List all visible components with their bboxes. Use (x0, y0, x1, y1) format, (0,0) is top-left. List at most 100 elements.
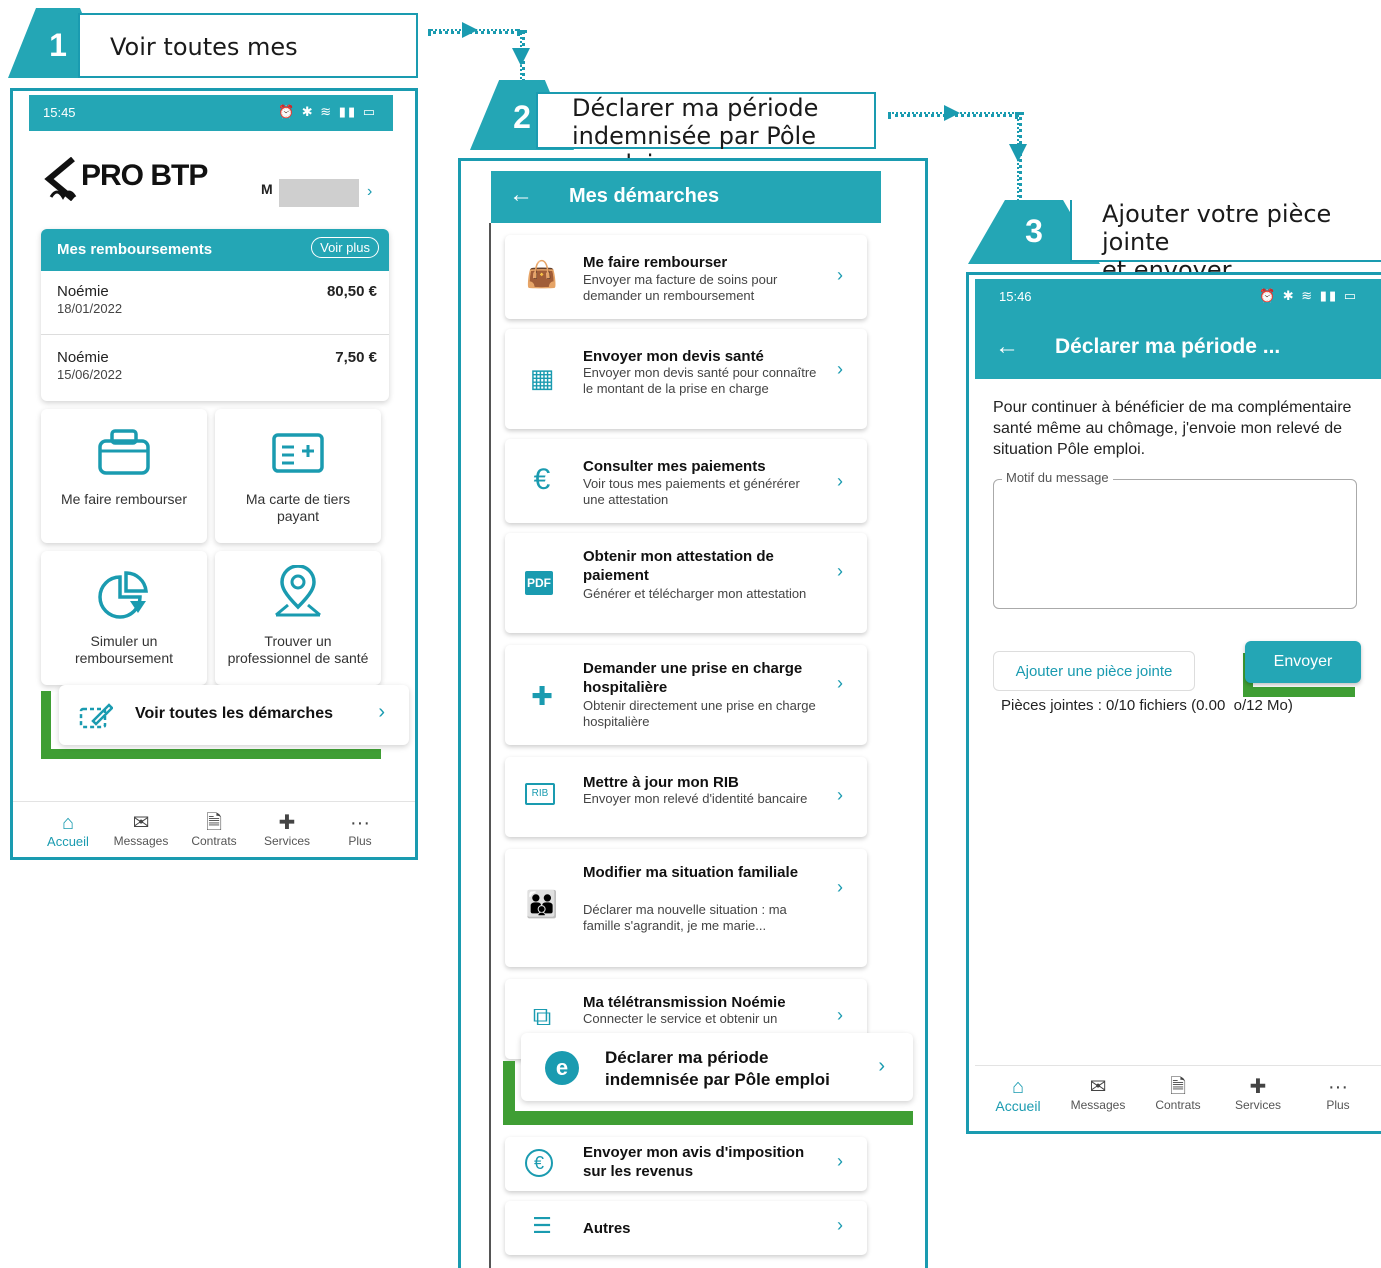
add-attachment-button[interactable]: Ajouter une pièce jointe (993, 651, 1195, 691)
status-icons: ⏰ ✱ ≋ ▮▮ ▭ (1258, 288, 1358, 303)
status-icons: ⏰ ✱ ≋ ▮▮ ▭ (277, 104, 377, 119)
arrow-right-icon (462, 22, 478, 38)
wallet-icon (98, 429, 150, 475)
nav-label: Services (1234, 1098, 1281, 1112)
mail-icon: ✉ (1089, 1076, 1107, 1098)
tile-find-professional[interactable]: Trouver un professionnel de santé (215, 551, 381, 685)
see-more-button[interactable]: Voir plus (311, 237, 379, 258)
chevron-right-icon: › (837, 877, 843, 897)
procedure-item[interactable]: ✚ Demander une prise en charge hospitali… (505, 645, 867, 745)
tile-reimburse[interactable]: Me faire rembourser (41, 409, 207, 543)
home-icon: ⌂ (1011, 1076, 1025, 1098)
procedure-title: Me faire rembourser (583, 254, 728, 271)
tile-label-line: Trouver un (264, 633, 332, 649)
nav-home[interactable]: ⌂ Accueil (33, 812, 103, 849)
status-time: 15:46 (999, 289, 1032, 304)
arrow-right-icon (944, 105, 960, 121)
screen-3-frame: 15:46 ⏰ ✱ ≋ ▮▮ ▭ ← Déclarer ma période .… (966, 272, 1381, 1134)
nav-messages[interactable]: ✉ Messages (1063, 1076, 1133, 1112)
reimbursement-date: 18/01/2022 (57, 301, 123, 316)
nav-label: Plus (1326, 1098, 1350, 1112)
chevron-right-icon: › (837, 1151, 843, 1171)
back-arrow-icon[interactable]: ← (509, 181, 533, 209)
procedure-item[interactable]: € Envoyer mon avis d'imposition sur les … (505, 1137, 867, 1191)
reimbursements-card: Mes remboursements Voir plus Noémie 18/0… (41, 229, 389, 401)
cross-icon: ✚ (278, 812, 296, 834)
reimbursement-row[interactable]: Noémie 18/01/2022 80,50 € (41, 275, 389, 335)
tile-simulate[interactable]: Simuler un remboursement (41, 551, 207, 685)
procedure-item[interactable]: 👜 Me faire rembourser Envoyer ma facture… (505, 235, 867, 319)
back-arrow-icon[interactable]: ← (995, 333, 1019, 361)
highlight-marker (503, 1111, 913, 1125)
home-icon: ⌂ (61, 812, 75, 834)
tile-label: Me faire rembourser (60, 491, 188, 507)
procedure-title: Mettre à jour mon RIB (583, 774, 739, 791)
procedure-desc: Envoyer mon devis santé pour connaître l… (583, 365, 817, 396)
step-1-label: Voir toutes mes démarches (78, 13, 418, 125)
probtp-logo: PRO BTP (43, 153, 213, 203)
message-field[interactable]: Motif du message (993, 470, 1357, 609)
procedure-item[interactable]: ▦ Envoyer mon devis santé Envoyer mon de… (505, 329, 867, 429)
reimbursement-amount: 7,50 € (335, 349, 377, 366)
procedure-desc: Connecter le service et obtenir un (583, 1011, 778, 1026)
chevron-right-icon: › (837, 1215, 843, 1235)
see-all-procedures-label: Voir toutes les démarches (135, 705, 333, 722)
card-icon (272, 433, 324, 473)
screen-2-frame: ← Mes démarches 👜 Me faire rembourser En… (458, 158, 928, 1268)
highlight-marker (1243, 687, 1355, 697)
nav-label: Accueil (47, 834, 89, 849)
procedure-title: Envoyer mon devis santé (583, 348, 764, 365)
nav-messages[interactable]: ✉ Messages (106, 812, 176, 848)
procedure-title: Ma télétransmission Noémie (583, 994, 786, 1011)
tile-label: Ma carte de tiers payant (215, 491, 381, 525)
page-title: Mes démarches (569, 185, 720, 207)
tile-label-line: remboursement (74, 650, 174, 666)
patient-name: Noémie (57, 349, 109, 366)
step-label-text: Déclarer ma période (572, 94, 819, 122)
nav-services[interactable]: ✚ Services (1223, 1076, 1293, 1112)
send-button[interactable]: Envoyer (1245, 641, 1361, 683)
list-icon: ☰ (532, 1213, 552, 1238)
nav-label: Services (263, 834, 310, 848)
pole-emploi-icon: e (545, 1051, 579, 1085)
procedure-item[interactable]: RIB Mettre à jour mon RIB Envoyer mon re… (505, 757, 867, 837)
procedure-item[interactable]: ☰ Autres › (505, 1201, 867, 1255)
declare-pole-emploi-item[interactable]: e Déclarer ma période indemnisée par Pôle… (521, 1033, 913, 1101)
reimbursement-row[interactable]: Noémie 15/06/2022 7,50 € (41, 337, 389, 397)
tile-label-line: Simuler un (90, 633, 158, 649)
nav-label: Contrats (1155, 1098, 1201, 1112)
tile-label: Simuler un remboursement (41, 633, 207, 667)
procedure-title: Consulter mes paiements (583, 458, 766, 475)
reimbursements-header: Mes remboursements Voir plus (41, 229, 389, 271)
see-all-procedures-button[interactable]: Voir toutes les démarches › (59, 685, 409, 745)
cross-icon: ✚ (1249, 1076, 1267, 1098)
nav-more[interactable]: ··· Plus (1303, 1076, 1373, 1112)
nav-label: Accueil (995, 1098, 1041, 1114)
step-3-label: Ajouter votre pièce jointe et envoyer (1070, 200, 1381, 284)
arrow-down-icon (1009, 144, 1027, 162)
chevron-right-icon: › (837, 471, 843, 491)
nav-services[interactable]: ✚ Services (252, 812, 322, 848)
nav-more[interactable]: ··· Plus (325, 812, 395, 848)
procedure-item[interactable]: PDF Obtenir mon attestation de paiement … (505, 533, 867, 633)
user-account-link[interactable]: M › (261, 179, 381, 209)
nav-contracts[interactable]: 🗎 Contrats (179, 812, 249, 848)
step-number: 1 (49, 27, 67, 63)
tile-label: Trouver un professionnel de santé (215, 633, 381, 667)
chevron-right-icon: › (378, 701, 385, 723)
reimbursement-date: 15/06/2022 (57, 367, 123, 382)
reimbursement-amount: 80,50 € (326, 283, 377, 300)
tile-tiers-payant[interactable]: Ma carte de tiers payant (215, 409, 381, 543)
pdf-icon: PDF (525, 571, 553, 595)
nav-label: Messages (1070, 1098, 1126, 1112)
nav-label: Plus (348, 834, 372, 848)
mail-icon: ✉ (132, 812, 150, 834)
procedure-item[interactable]: 👪 Modifier ma situation familiale Déclar… (505, 849, 867, 967)
teletransmission-icon: ⧉ (532, 1001, 552, 1031)
nav-home[interactable]: ⌂ Accueil (983, 1076, 1053, 1114)
procedure-item[interactable]: € Consulter mes paiements Voir tous mes … (505, 439, 867, 523)
item-title: Déclarer ma période indemnisée par Pôle e… (605, 1047, 830, 1091)
status-bar: 15:46 ⏰ ✱ ≋ ▮▮ ▭ (975, 279, 1381, 317)
nav-contracts[interactable]: 🗎 Contrats (1143, 1076, 1213, 1112)
item-title-line: indemnisée par Pôle emploi (605, 1070, 830, 1089)
